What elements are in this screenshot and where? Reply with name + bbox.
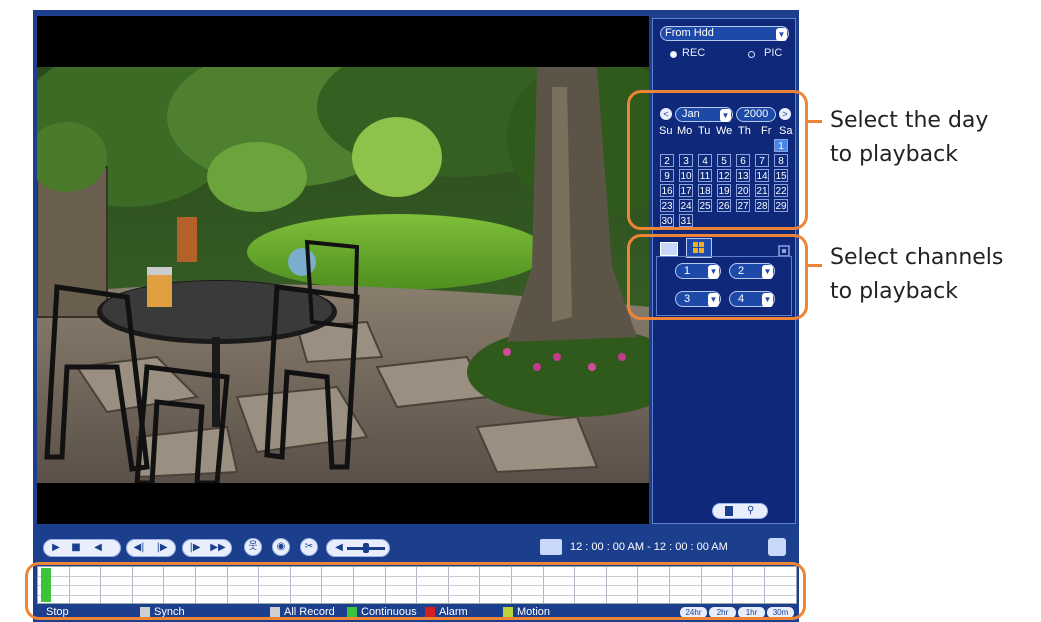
end-time[interactable]: 12 : 00 : 00 AM [654,541,728,553]
rec-label: REC [682,47,706,59]
source-select-value: From Hdd [665,27,714,39]
channels-callout-line [808,264,822,267]
stop-icon[interactable]: ■ [66,540,86,556]
calendar-callout-text: Select the day to playback [830,104,988,172]
start-time[interactable]: 12 : 00 : 00 AM [570,541,644,553]
timeline-highlight [25,562,806,620]
smart-search-icon[interactable]: 웃 [244,538,262,556]
frame-step-controls: ◀| |▶ [126,539,176,557]
volume-control: ◀ [326,539,390,557]
play-backward-icon[interactable]: ◀ [88,540,108,556]
playback-video-image [37,67,649,483]
channels-callout-line-1: Select channels [830,245,1004,270]
time-range[interactable]: 12 : 00 : 00 AM - 12 : 00 : 00 AM [570,537,795,557]
channels-highlight [627,234,808,320]
file-list-icon[interactable] [725,506,733,516]
play-icon[interactable]: ▶ [46,540,66,556]
channels-callout-line-2: to playback [830,279,958,304]
play-controls: ▶ ■ ◀ [43,539,121,557]
pic-radio[interactable] [748,51,755,58]
calendar-callout-line-2: to playback [830,142,958,167]
speaker-icon[interactable]: ◀ [329,540,349,556]
chevron-down-icon: ▼ [776,28,787,41]
time-search-icon[interactable] [540,539,562,555]
save-icon[interactable] [768,538,786,556]
calendar-callout-line-1: Select the day [830,108,989,133]
speed-controls: |▶ ▶▶ [182,539,232,557]
fast-forward-icon[interactable]: ▶▶ [208,540,228,556]
next-frame-icon[interactable]: |▶ [152,540,172,556]
slow-play-icon[interactable]: |▶ [185,540,205,556]
source-select[interactable]: From Hdd ▼ [660,26,789,41]
search-icon[interactable]: ⚲ [747,505,754,516]
pic-label: PIC [764,47,783,59]
time-separator: - [647,541,651,553]
calendar-highlight [627,90,808,230]
rec-radio[interactable] [670,51,677,58]
channels-callout-text: Select channels to playback [830,241,1003,309]
snapshot-icon[interactable]: ◉ [272,538,290,556]
prev-frame-icon[interactable]: ◀| [129,540,149,556]
panel-action-group: ⚲ [712,503,768,519]
clip-icon[interactable]: ✂ [300,538,318,556]
volume-slider-handle[interactable] [363,543,369,553]
calendar-callout-line [808,120,822,123]
